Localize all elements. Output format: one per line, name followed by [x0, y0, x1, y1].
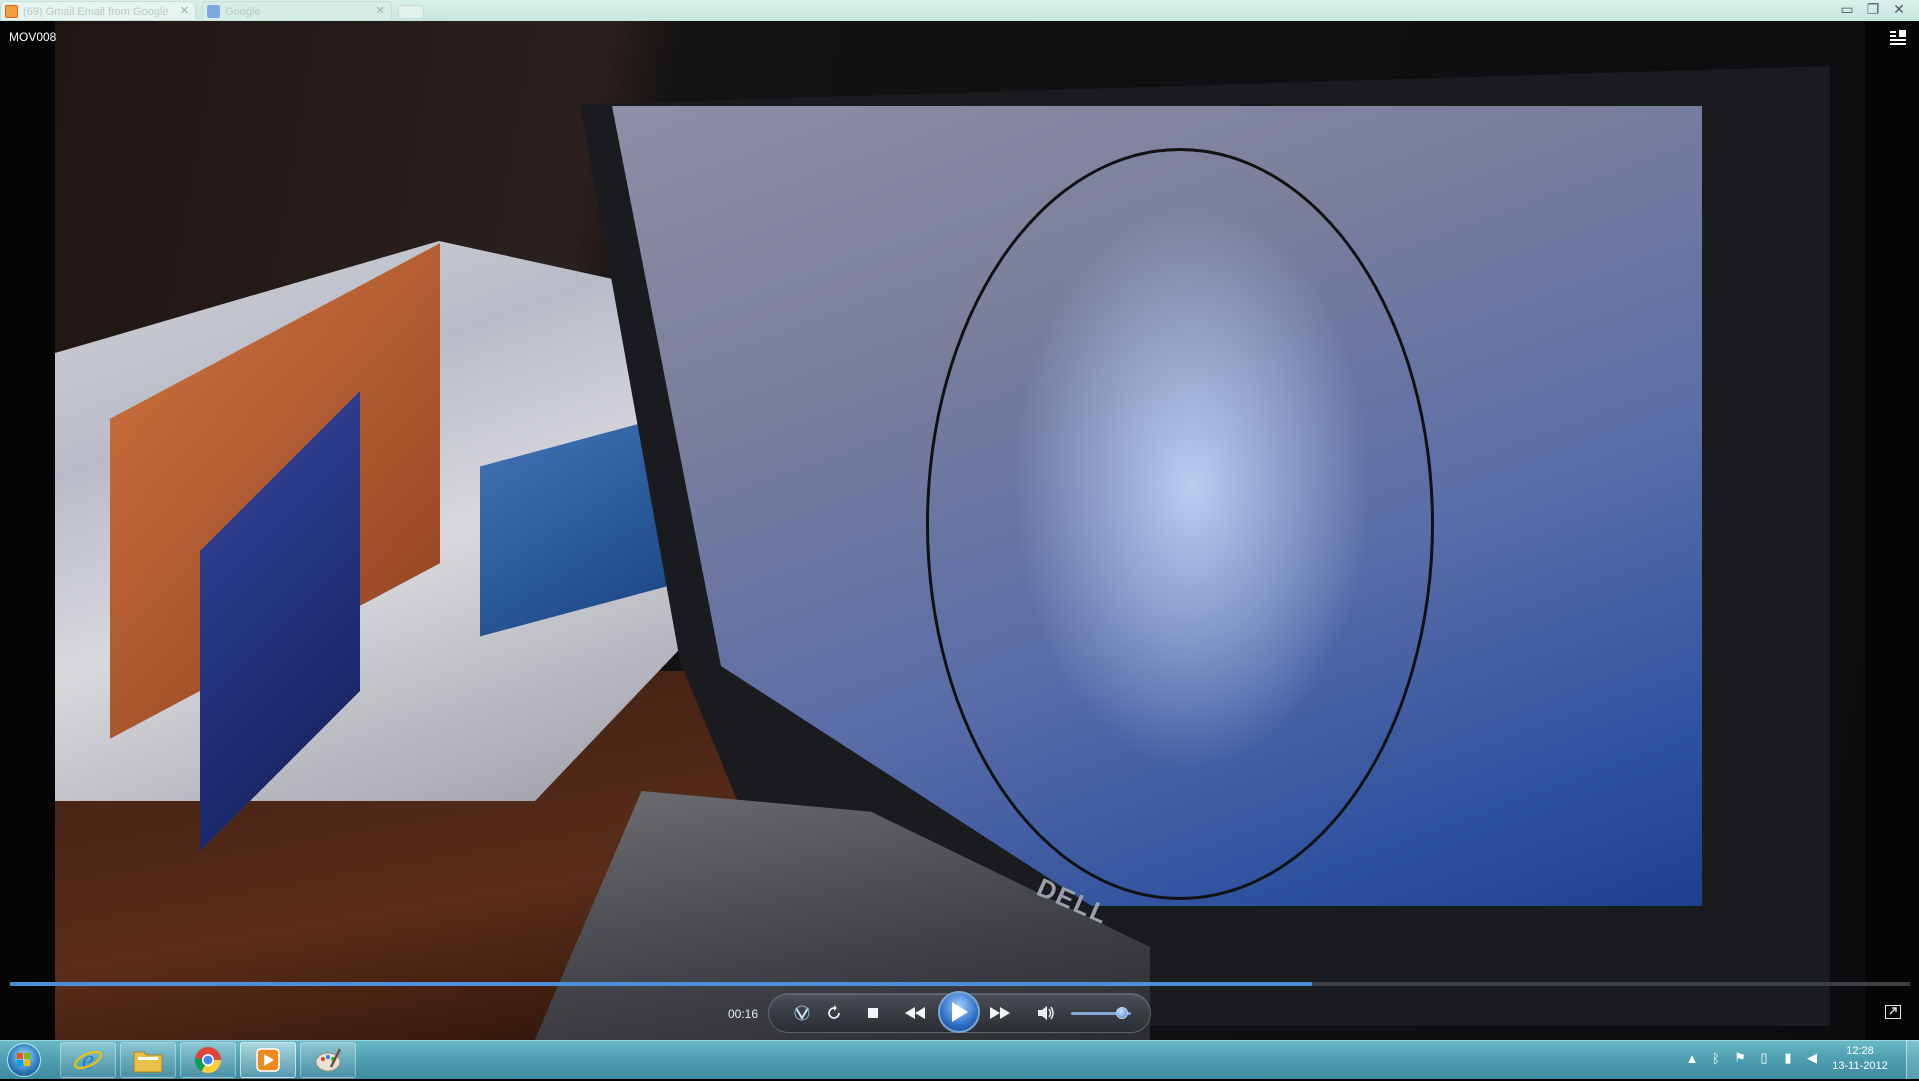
play-button[interactable] — [938, 991, 980, 1033]
browser-tab-strip: (69) Gmail Email from Google ✕ Google ✕ … — [0, 0, 1919, 21]
previous-button[interactable] — [903, 1003, 927, 1023]
shuffle-button[interactable] — [790, 1003, 814, 1023]
ie-icon: e — [74, 1045, 102, 1075]
repeat-icon — [828, 1005, 840, 1019]
seek-progress — [10, 982, 1312, 986]
taskbar-windows-media-player[interactable] — [240, 1042, 296, 1078]
volume-slider-handle[interactable] — [1116, 1007, 1128, 1019]
next-button[interactable] — [988, 1003, 1012, 1023]
video-title: MOV008 — [9, 30, 57, 44]
taskbar-internet-explorer[interactable]: e — [60, 1042, 116, 1078]
restore-button[interactable]: ❐ — [1865, 0, 1881, 18]
tray-expand-icon[interactable]: ▲ — [1685, 1051, 1699, 1066]
close-button[interactable]: ✕ — [1891, 0, 1907, 18]
taskbar-google-chrome[interactable] — [180, 1042, 236, 1078]
speaker-icon[interactable]: ◀ — [1805, 1050, 1819, 1066]
action-center-icon[interactable]: ⚑ — [1733, 1050, 1747, 1066]
play-icon — [952, 1002, 968, 1022]
taskbar-clock[interactable]: 12:28 13-11-2012 — [1825, 1044, 1895, 1074]
browser-tab-gmail[interactable]: (69) Gmail Email from Google ✕ — [0, 1, 196, 21]
seek-bar[interactable] — [10, 982, 1910, 986]
chrome-icon — [194, 1047, 222, 1074]
power-icon[interactable]: ▯ — [1757, 1050, 1771, 1066]
taskbar-paint[interactable] — [300, 1042, 356, 1078]
paint-icon — [315, 1048, 342, 1072]
next-icon — [990, 1007, 1010, 1019]
fullscreen-icon[interactable] — [1885, 1005, 1901, 1019]
svg-text:e: e — [82, 1045, 94, 1075]
tab-close-icon[interactable]: ✕ — [180, 4, 189, 17]
switch-library-icon[interactable] — [1889, 29, 1907, 47]
tab-label: (69) Gmail Email from Google — [23, 6, 169, 18]
current-time: 00:16 — [728, 1007, 759, 1021]
volume-icon — [1038, 1006, 1054, 1020]
system-tray: ▲ ᛒ ⚑ ▯ ▮ ◀ — [1685, 1050, 1819, 1066]
shuffle-icon — [794, 1005, 810, 1021]
tab-close-icon[interactable]: ✕ — [376, 4, 385, 17]
windows-logo-icon — [17, 1053, 30, 1066]
previous-icon — [905, 1007, 925, 1019]
start-button[interactable] — [7, 1043, 41, 1077]
gmail-icon — [5, 5, 18, 18]
folder-icon — [133, 1051, 163, 1073]
taskbar-windows-explorer[interactable] — [120, 1042, 176, 1078]
browser-tab-google[interactable]: Google ✕ — [202, 1, 392, 21]
stop-icon — [868, 1008, 878, 1018]
bluetooth-icon[interactable]: ᛒ — [1709, 1051, 1723, 1066]
show-desktop-button[interactable] — [1906, 1040, 1919, 1079]
tab-label: Google — [225, 6, 261, 18]
google-icon — [207, 5, 220, 18]
minimize-button[interactable]: ▭ — [1839, 0, 1855, 18]
network-icon[interactable]: ▮ — [1781, 1050, 1795, 1066]
window-controls: ▭ ❐ ✕ — [1839, 0, 1907, 18]
ellipse-annotation — [926, 148, 1434, 900]
clock-time: 12:28 — [1846, 1045, 1874, 1057]
media-player-icon — [256, 1048, 280, 1072]
stop-button[interactable] — [861, 1003, 885, 1023]
mute-button[interactable] — [1034, 1003, 1058, 1023]
clock-date: 13-11-2012 — [1832, 1060, 1888, 1072]
video-canvas[interactable]: DELL MOV008 — [0, 21, 1919, 1040]
repeat-button[interactable] — [822, 1003, 846, 1023]
new-tab-button[interactable] — [398, 5, 424, 19]
